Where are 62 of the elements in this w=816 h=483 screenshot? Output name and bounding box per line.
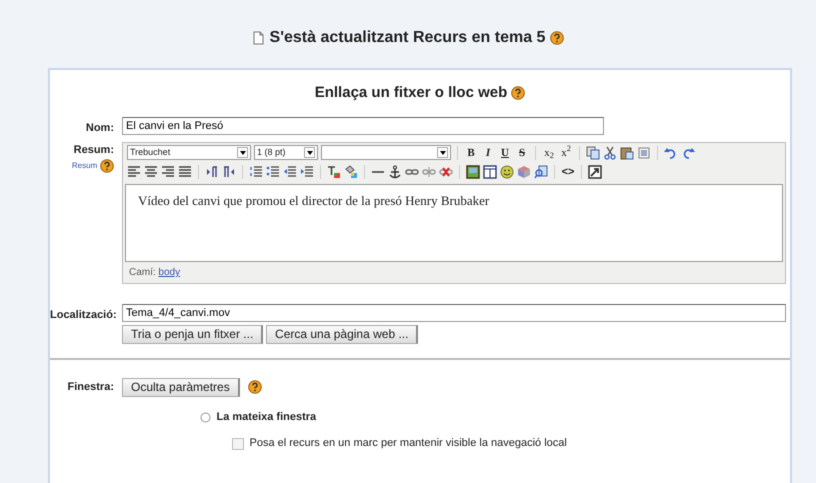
align-left-icon[interactable] — [127, 164, 141, 178]
help-icon[interactable] — [100, 158, 114, 172]
html-source-button[interactable]: <> — [561, 164, 575, 178]
form-heading: Enllaça un fitxer o lloc web — [314, 83, 508, 103]
dropdown-arrow-icon[interactable] — [306, 148, 314, 156]
indent-icon[interactable] — [300, 164, 314, 178]
file-button[interactable]: Cerca una pàgina web ... — [266, 324, 418, 344]
field-label: Localització: — [50, 308, 114, 323]
help-icon[interactable] — [550, 31, 564, 45]
format-button[interactable]: I — [481, 146, 495, 160]
remove-link-icon[interactable] — [439, 164, 453, 178]
search-icon[interactable] — [534, 164, 548, 178]
checkbox[interactable] — [232, 438, 244, 450]
image-icon[interactable] — [466, 164, 480, 178]
align-right-icon[interactable] — [161, 164, 175, 178]
fullscreen-icon[interactable] — [588, 164, 602, 178]
editor-text: Vídeo del canvi que promou el director de la presó Henry Brubaker — [138, 193, 490, 208]
dropdown-arrow-icon[interactable] — [438, 148, 446, 156]
path-label: Camí: — [129, 266, 156, 280]
redo-icon[interactable] — [681, 146, 695, 160]
background-color-icon[interactable] — [344, 164, 358, 178]
help-link[interactable]: Resum — [72, 160, 98, 172]
bullet-list-icon[interactable] — [266, 164, 280, 178]
table-icon[interactable] — [483, 164, 497, 178]
script-button[interactable]: x$_{2}$ — [542, 146, 556, 160]
text-area[interactable]: Vídeo del canvi que promou el director de la presó Henry Brubaker — [125, 184, 783, 262]
undo-icon[interactable] — [664, 146, 678, 160]
script-button[interactable]: x$^{2}$ — [559, 146, 573, 160]
page-title: S'està actualitzant Recurs en tema 5 — [270, 28, 546, 48]
format-button[interactable]: U — [498, 146, 512, 160]
size-select[interactable]: 1 (8 pt) — [254, 145, 318, 160]
document-icon — [252, 31, 265, 45]
file-button[interactable]: Tria o penja un fitxer ... — [122, 324, 264, 344]
numbered-list-icon[interactable] — [249, 164, 263, 178]
radio-button[interactable] — [200, 412, 211, 422]
text-field[interactable]: Tema_4/4_canvi.mov — [122, 304, 786, 322]
justify-icon[interactable] — [178, 164, 192, 178]
left-to-right-icon[interactable] — [205, 164, 219, 178]
dropdown-arrow-icon[interactable] — [238, 148, 246, 156]
format-button[interactable]: S — [515, 146, 529, 160]
format-button[interactable]: B — [464, 146, 478, 160]
smiley-icon[interactable] — [500, 164, 514, 178]
paste-text-icon[interactable] — [637, 146, 651, 160]
right-to-left-icon[interactable] — [222, 164, 236, 178]
help-icon[interactable] — [511, 86, 526, 100]
align-center-icon[interactable] — [144, 164, 158, 178]
text-color-icon[interactable] — [327, 164, 341, 178]
path-link[interactable]: body — [158, 265, 180, 280]
field-label: Resum: — [72, 143, 114, 158]
anchor-icon[interactable] — [388, 164, 402, 178]
toggle-button[interactable]: Oculta paràmetres — [122, 378, 240, 397]
outdent-icon[interactable] — [283, 164, 297, 178]
text-field[interactable]: El canvi en la Presó — [122, 116, 604, 134]
option-label: Posa el recurs en un marc per mantenir visible la navegació local — [250, 436, 567, 452]
help-icon[interactable] — [248, 380, 262, 394]
field-label: Finestra: — [66, 380, 114, 395]
copy-icon[interactable] — [586, 146, 600, 160]
paste-icon[interactable] — [620, 146, 634, 160]
option-label: La mateixa finestra — [216, 410, 316, 425]
field-label: Nom: — [84, 120, 114, 136]
font-select[interactable]: Trebuchet — [127, 145, 251, 160]
cut-icon[interactable] — [603, 146, 617, 160]
